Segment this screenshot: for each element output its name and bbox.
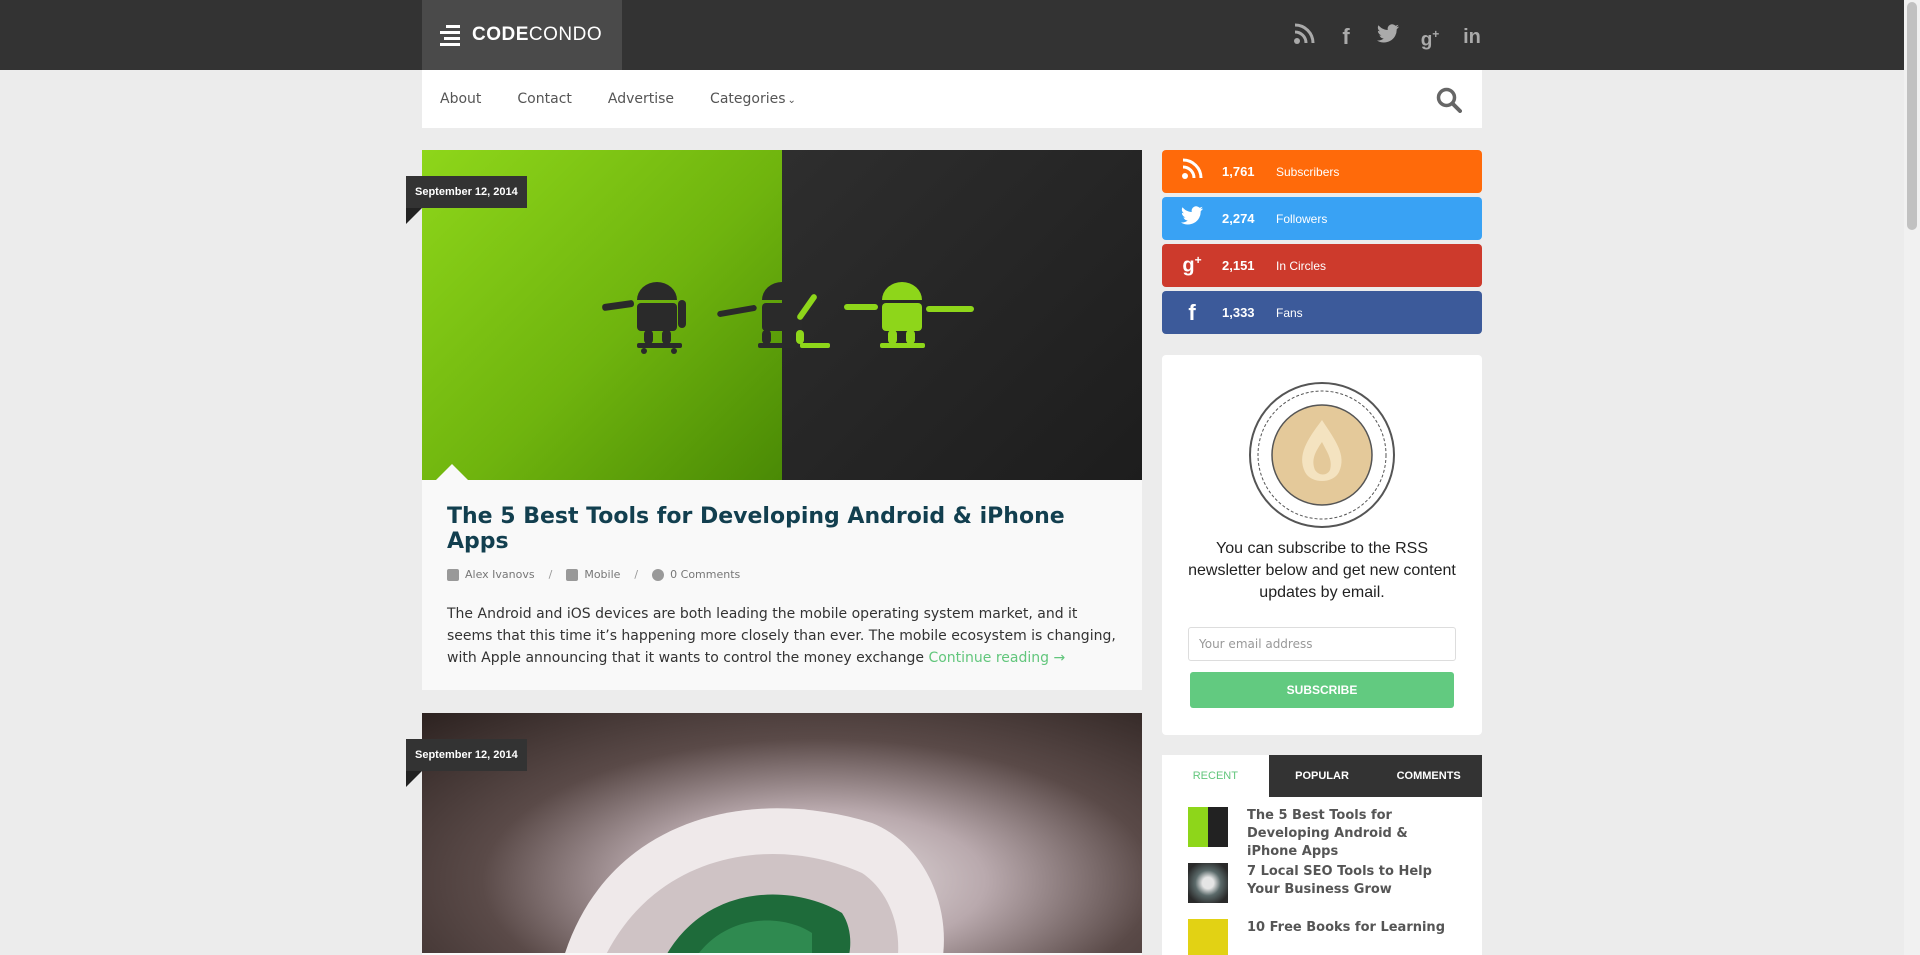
post-thumbnail: [1188, 919, 1228, 955]
nav-contact[interactable]: Contact: [517, 91, 571, 107]
post-author[interactable]: Alex Ivanovs: [465, 568, 535, 581]
nav-advertise[interactable]: Advertise: [608, 91, 674, 107]
continue-reading-link[interactable]: Continue reading →: [928, 650, 1065, 666]
list-item-title[interactable]: The 5 Best Tools for Developing Android …: [1247, 807, 1456, 861]
post-title[interactable]: The 5 Best Tools for Developing Android …: [447, 504, 1117, 554]
twitter-icon: [1162, 205, 1222, 232]
post-date-badge: September 12, 2014: [406, 739, 527, 771]
facebook-icon[interactable]: f: [1334, 23, 1358, 51]
top-social-links: f g+ in: [1292, 20, 1484, 54]
feedburner-description: You can subscribe to the RSS newsletter …: [1188, 540, 1456, 601]
list-item-title[interactable]: 7 Local SEO Tools to Help Your Business …: [1247, 863, 1456, 899]
counter-value: 2,151: [1222, 258, 1255, 273]
recent-posts-list: The 5 Best Tools for Developing Android …: [1162, 797, 1482, 955]
facebook-icon: f: [1188, 299, 1196, 325]
feedburner-seal-logo: [1249, 382, 1395, 528]
tab-comments[interactable]: COMMENTS: [1375, 755, 1482, 797]
post-featured-image[interactable]: [422, 713, 1142, 953]
counter-label: Followers: [1276, 211, 1328, 226]
rss-icon: [1162, 158, 1222, 186]
post-meta: Alex Ivanovs / Mobile / 0 Comments: [447, 568, 1117, 581]
post-featured-image[interactable]: [422, 150, 1142, 480]
counter-label: Subscribers: [1276, 164, 1340, 179]
facebook-fans-counter[interactable]: f 1,333 Fans: [1162, 291, 1482, 334]
post-card: [422, 713, 1142, 955]
scrollbar-thumb[interactable]: [1907, 2, 1917, 230]
search-icon[interactable]: [1436, 87, 1462, 113]
android-robots-illustration: [602, 282, 974, 354]
counter-label: Fans: [1276, 305, 1303, 320]
comments-icon: [652, 568, 665, 581]
nav-categories[interactable]: Categories ⌄: [710, 91, 796, 107]
nav-categories-label: Categories: [710, 91, 786, 107]
counter-value: 1,333: [1222, 305, 1255, 320]
folder-icon: [566, 568, 579, 581]
post-thumbnail: [1188, 807, 1228, 847]
counter-value: 1,761: [1222, 164, 1255, 179]
rss-subscribers-counter[interactable]: 1,761 Subscribers: [1162, 150, 1482, 193]
tabs-bar: RECENT POPULAR COMMENTS: [1162, 755, 1482, 797]
post-excerpt: The Android and iOS devices are both lea…: [447, 606, 1116, 666]
googleplus-circles-counter[interactable]: g+ 2,151 In Circles: [1162, 244, 1482, 287]
post-category[interactable]: Mobile: [584, 568, 620, 581]
posts-tabs-widget: RECENT POPULAR COMMENTS The 5 Best Tools…: [1162, 755, 1482, 955]
subscribe-button[interactable]: SUBSCRIBE: [1190, 672, 1454, 708]
googleplus-icon: g+: [1182, 253, 1202, 277]
logo-text: CODECONDO: [472, 24, 603, 45]
list-item[interactable]: 10 Free Books for Learning: [1188, 919, 1456, 955]
counter-value: 2,274: [1222, 211, 1255, 226]
linkedin-icon[interactable]: in: [1460, 23, 1484, 51]
user-icon: [447, 568, 459, 581]
post-thumbnail: [1188, 863, 1228, 903]
nav-about[interactable]: About: [440, 91, 481, 107]
googleplus-icon[interactable]: g+: [1418, 20, 1442, 54]
feedburner-subscribe-widget: You can subscribe to the RSS newsletter …: [1162, 355, 1482, 735]
counter-label: In Circles: [1276, 258, 1327, 273]
tab-recent[interactable]: RECENT: [1162, 755, 1269, 797]
list-item-title[interactable]: 10 Free Books for Learning: [1247, 919, 1445, 937]
post-date-badge: September 12, 2014: [406, 176, 527, 208]
site-logo[interactable]: CODECONDO: [422, 0, 622, 70]
logo-icon: [440, 24, 460, 46]
page-scrollbar[interactable]: [1904, 0, 1920, 955]
email-field[interactable]: Your email address: [1188, 627, 1456, 661]
list-item[interactable]: 7 Local SEO Tools to Help Your Business …: [1188, 863, 1456, 919]
rss-icon[interactable]: [1292, 23, 1316, 52]
twitter-followers-counter[interactable]: 2,274 Followers: [1162, 197, 1482, 240]
chevron-down-icon: ⌄: [787, 95, 796, 106]
top-bar: CODECONDO f g+ in: [0, 0, 1904, 70]
post-comments[interactable]: 0 Comments: [670, 568, 740, 581]
list-item[interactable]: The 5 Best Tools for Developing Android …: [1188, 807, 1456, 863]
newspaper-illustration: [565, 808, 944, 953]
post-card: The 5 Best Tools for Developing Android …: [422, 150, 1142, 690]
twitter-icon[interactable]: [1376, 23, 1400, 51]
main-nav: About Contact Advertise Categories ⌄: [422, 70, 1482, 128]
tab-popular[interactable]: POPULAR: [1269, 755, 1376, 797]
